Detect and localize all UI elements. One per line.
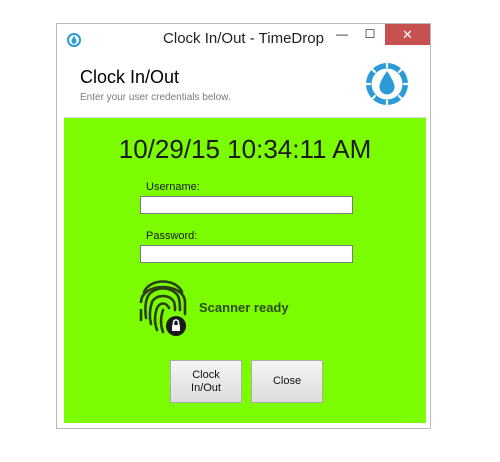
app-window: Clock In/Out - TimeDrop — ☐ ✕ Clock In/O… (56, 23, 431, 429)
maximize-button[interactable]: ☐ (356, 24, 384, 45)
username-label: Username: (146, 181, 200, 193)
clock-button-label: Clock In/Out (191, 368, 221, 394)
fingerprint-lock-icon[interactable] (136, 272, 190, 338)
current-datetime: 10/29/15 10:34:11 AM (118, 134, 372, 164)
password-input[interactable] (140, 245, 353, 263)
close-window-button[interactable]: ✕ (385, 24, 430, 45)
clock-panel: 10/29/15 10:34:11 AM Username: Password:… (64, 118, 426, 423)
scanner-status: Scanner ready (199, 300, 289, 315)
password-label: Password: (146, 230, 198, 242)
username-input[interactable] (140, 196, 353, 214)
clock-in-out-button[interactable]: Clock In/Out (170, 360, 242, 403)
minimize-button[interactable]: — (328, 24, 356, 45)
close-button-label: Close (272, 375, 302, 387)
close-button[interactable]: Close (251, 360, 323, 403)
header-panel: Clock In/Out Enter your user credentials… (64, 57, 426, 118)
header-subtitle: Enter your user credentials below. (80, 92, 231, 103)
title-bar[interactable]: Clock In/Out - TimeDrop — ☐ ✕ (57, 24, 430, 54)
header-title: Clock In/Out (80, 67, 180, 87)
timedrop-logo-icon (365, 62, 409, 106)
